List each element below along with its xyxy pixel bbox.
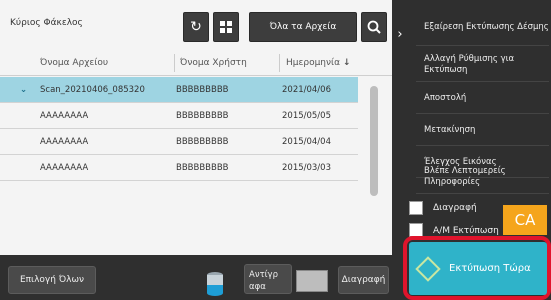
copies-label: Αντίγρ αφα — [244, 264, 292, 294]
cell-username: BBBBBBBBB — [176, 85, 229, 95]
menu-item-move[interactable]: Μετακίνηση — [416, 116, 549, 146]
bw-print-label: Α/Μ Εκτύπωση — [433, 226, 499, 236]
view-toggle-button[interactable] — [213, 12, 239, 42]
menu-item-exclude-batch[interactable]: Εξαίρεση Εκτύπωσης Δέσμης — [416, 10, 549, 46]
ca-button[interactable]: CA — [503, 205, 547, 235]
table-row[interactable]: AAAAAAAA BBBBBBBBB 2015/05/05 — [0, 103, 358, 129]
cell-username: BBBBBBBBB — [176, 137, 229, 147]
column-header-filename[interactable]: Όνομα Αρχείου — [40, 58, 108, 68]
cell-username: BBBBBBBBB — [176, 163, 229, 173]
start-diamond-icon — [415, 255, 441, 282]
search-button[interactable] — [361, 12, 387, 42]
scrollbar[interactable] — [370, 86, 378, 196]
delete-checkbox[interactable] — [409, 201, 423, 215]
table-header: Όνομα Αρχείου Όνομα Χρήστη Ημερομηνία ↓ — [0, 50, 392, 76]
print-now-button[interactable]: Εκτύπωση Τώρα — [409, 242, 547, 295]
menu-item-change-setting[interactable]: Αλλαγή Ρύθμισης για Εκτύπωση — [416, 48, 549, 82]
folder-title: Κύριος Φάκελος — [10, 18, 83, 28]
chevron-down-icon: ⌄ — [20, 85, 28, 95]
delete-checkbox-label: Διαγραφή — [433, 203, 477, 213]
cell-filename: AAAAAAAA — [40, 163, 89, 173]
toner-icon — [207, 272, 223, 296]
rotate-arrow-icon: ↻ — [190, 19, 202, 35]
sort-order-button[interactable]: ↻ — [183, 12, 209, 42]
cell-date: 2015/05/05 — [282, 111, 331, 121]
menu-item-details[interactable]: Βλέπε Λεπτομερείς Πληροφορίες — [416, 160, 549, 194]
cell-date: 2015/04/04 — [282, 137, 331, 147]
print-now-label: Εκτύπωση Τώρα — [449, 263, 531, 274]
column-header-date[interactable]: Ημερομηνία ↓ — [286, 58, 350, 68]
menu-collapse-tab[interactable]: › — [392, 14, 408, 54]
cell-date: 2021/04/06 — [282, 85, 331, 95]
cell-filename: AAAAAAAA — [40, 111, 89, 121]
copies-input[interactable] — [296, 270, 328, 292]
cell-date: 2015/03/03 — [282, 163, 331, 173]
chevron-right-icon: › — [397, 26, 403, 42]
sort-down-arrow-icon: ↓ — [342, 58, 351, 68]
bw-print-checkbox[interactable] — [409, 223, 423, 237]
all-files-button[interactable]: Όλα τα Αρχεία — [249, 12, 357, 42]
select-all-button[interactable]: Επιλογή Όλων — [8, 266, 96, 294]
column-header-username[interactable]: Όνομα Χρήστη — [180, 58, 247, 68]
cell-filename: Scan_20210406_085320 — [40, 85, 145, 95]
table-row[interactable]: AAAAAAAA BBBBBBBBB 2015/04/04 — [0, 129, 358, 155]
cell-username: BBBBBBBBB — [176, 111, 229, 121]
grid-icon — [220, 21, 232, 33]
menu-item-send[interactable]: Αποστολή — [416, 84, 549, 114]
table-row[interactable]: AAAAAAAA BBBBBBBBB 2015/03/03 — [0, 155, 358, 181]
column-header-date-label: Ημερομηνία — [286, 58, 341, 68]
table-row[interactable]: ⌄ Scan_20210406_085320 BBBBBBBBB 2021/04… — [0, 77, 358, 103]
search-icon — [367, 20, 381, 34]
cell-filename: AAAAAAAA — [40, 137, 89, 147]
delete-button[interactable]: Διαγραφή — [338, 266, 389, 294]
